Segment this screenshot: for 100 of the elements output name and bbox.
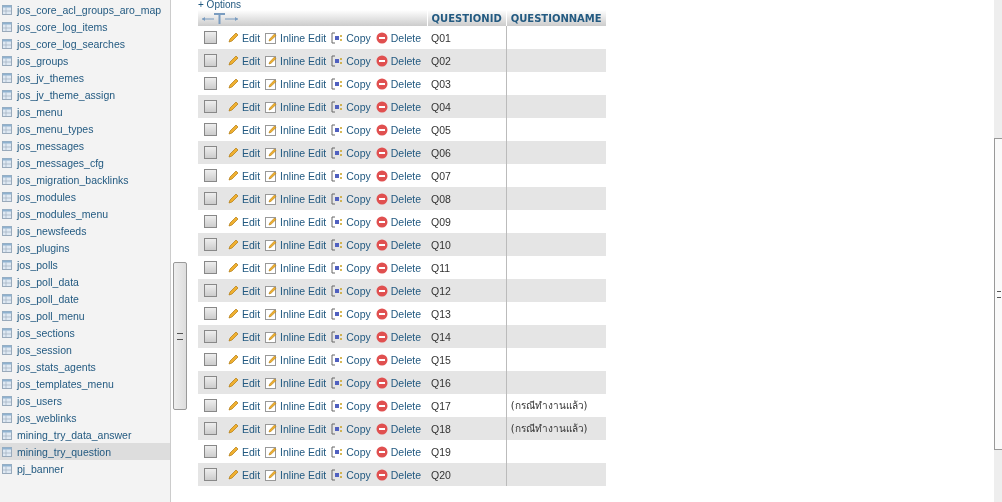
delete-icon[interactable]	[375, 284, 388, 297]
inline-edit-icon[interactable]	[265, 353, 278, 366]
inline-link[interactable]: Inline Edit	[280, 192, 327, 205]
delete-icon[interactable]	[375, 123, 388, 136]
row-checkbox[interactable]	[204, 399, 217, 412]
copy-icon[interactable]	[331, 123, 344, 136]
inline-edit-icon[interactable]	[265, 100, 278, 113]
edit-link[interactable]: Edit	[242, 77, 261, 90]
inline-edit-icon[interactable]	[265, 261, 278, 274]
sidebar-item[interactable]: jos_sections	[0, 324, 170, 341]
inline-edit-icon[interactable]	[265, 376, 278, 389]
edit-link[interactable]: Edit	[242, 445, 261, 458]
delete-link[interactable]: Delete	[390, 100, 422, 113]
delete-icon[interactable]	[375, 77, 388, 90]
edit-link[interactable]: Edit	[242, 330, 261, 343]
delete-icon[interactable]	[375, 468, 388, 481]
sidebar-item[interactable]: pj_banner	[0, 460, 170, 477]
copy-link[interactable]: Copy	[346, 307, 371, 320]
pencil-icon[interactable]	[227, 307, 239, 320]
copy-link[interactable]: Copy	[346, 284, 371, 297]
edit-link[interactable]: Edit	[242, 399, 261, 412]
inline-edit-icon[interactable]	[265, 422, 278, 435]
delete-icon[interactable]	[375, 192, 388, 205]
delete-link[interactable]: Delete	[390, 77, 422, 90]
edit-link[interactable]: Edit	[242, 31, 261, 44]
pencil-icon[interactable]	[227, 169, 239, 182]
delete-icon[interactable]	[375, 146, 388, 159]
copy-link[interactable]: Copy	[346, 146, 371, 159]
inline-edit-icon[interactable]	[265, 399, 278, 412]
delete-link[interactable]: Delete	[390, 353, 422, 366]
inline-link[interactable]: Inline Edit	[280, 169, 327, 182]
scrollbar-thumb[interactable]	[994, 138, 1002, 450]
copy-icon[interactable]	[331, 353, 344, 366]
inline-link[interactable]: Inline Edit	[280, 422, 327, 435]
inline-edit-icon[interactable]	[265, 54, 278, 67]
edit-link[interactable]: Edit	[242, 100, 261, 113]
row-checkbox[interactable]	[204, 284, 217, 297]
inline-link[interactable]: Inline Edit	[280, 330, 327, 343]
scrollbar-thumb[interactable]	[173, 262, 187, 410]
sidebar-item[interactable]: jos_poll_data	[0, 273, 170, 290]
sidebar-item[interactable]: jos_core_log_searches	[0, 35, 170, 52]
edit-link[interactable]: Edit	[242, 215, 261, 228]
delete-link[interactable]: Delete	[390, 261, 422, 274]
copy-icon[interactable]	[331, 376, 344, 389]
row-checkbox[interactable]	[204, 422, 217, 435]
sidebar-item[interactable]: jos_templates_menu	[0, 375, 170, 392]
delete-icon[interactable]	[375, 100, 388, 113]
sidebar-item[interactable]: jos_plugins	[0, 239, 170, 256]
row-checkbox[interactable]	[204, 123, 217, 136]
sidebar-item[interactable]: jos_jv_theme_assign	[0, 86, 170, 103]
delete-link[interactable]: Delete	[390, 31, 422, 44]
pencil-icon[interactable]	[227, 238, 239, 251]
copy-icon[interactable]	[331, 77, 344, 90]
edit-link[interactable]: Edit	[242, 376, 261, 389]
sidebar-item[interactable]: jos_newsfeeds	[0, 222, 170, 239]
copy-link[interactable]: Copy	[346, 31, 371, 44]
row-checkbox[interactable]	[204, 215, 217, 228]
copy-icon[interactable]	[331, 330, 344, 343]
sidebar-item[interactable]: jos_core_log_items	[0, 18, 170, 35]
delete-link[interactable]: Delete	[390, 54, 422, 67]
row-checkbox[interactable]	[204, 54, 217, 67]
sidebar-item[interactable]: jos_modules_menu	[0, 205, 170, 222]
delete-link[interactable]: Delete	[390, 330, 422, 343]
copy-link[interactable]: Copy	[346, 238, 371, 251]
delete-icon[interactable]	[375, 261, 388, 274]
row-checkbox[interactable]	[204, 468, 217, 481]
inline-link[interactable]: Inline Edit	[280, 100, 327, 113]
copy-icon[interactable]	[331, 284, 344, 297]
row-checkbox[interactable]	[204, 445, 217, 458]
copy-link[interactable]: Copy	[346, 215, 371, 228]
pencil-icon[interactable]	[227, 376, 239, 389]
edit-link[interactable]: Edit	[242, 422, 261, 435]
sidebar-item[interactable]: jos_stats_agents	[0, 358, 170, 375]
sidebar-item[interactable]: jos_poll_menu	[0, 307, 170, 324]
inline-link[interactable]: Inline Edit	[280, 284, 327, 297]
inline-edit-icon[interactable]	[265, 445, 278, 458]
pencil-icon[interactable]	[227, 284, 239, 297]
inline-link[interactable]: Inline Edit	[280, 238, 327, 251]
copy-link[interactable]: Copy	[346, 353, 371, 366]
sidebar-item[interactable]: jos_polls	[0, 256, 170, 273]
copy-icon[interactable]	[331, 261, 344, 274]
pencil-icon[interactable]	[227, 422, 239, 435]
sidebar-item[interactable]: jos_core_acl_groups_aro_map	[0, 1, 170, 18]
inline-edit-icon[interactable]	[265, 215, 278, 228]
edit-link[interactable]: Edit	[242, 238, 261, 251]
delete-link[interactable]: Delete	[390, 123, 422, 136]
delete-link[interactable]: Delete	[390, 445, 422, 458]
delete-icon[interactable]	[375, 238, 388, 251]
inline-link[interactable]: Inline Edit	[280, 307, 327, 320]
inline-edit-icon[interactable]	[265, 77, 278, 90]
copy-link[interactable]: Copy	[346, 445, 371, 458]
pencil-icon[interactable]	[227, 123, 239, 136]
copy-link[interactable]: Copy	[346, 422, 371, 435]
sidebar-item[interactable]: mining_try_question	[0, 443, 170, 460]
delete-icon[interactable]	[375, 54, 388, 67]
copy-icon[interactable]	[331, 445, 344, 458]
delete-icon[interactable]	[375, 307, 388, 320]
inline-edit-icon[interactable]	[265, 307, 278, 320]
row-checkbox[interactable]	[204, 376, 217, 389]
inline-edit-icon[interactable]	[265, 123, 278, 136]
